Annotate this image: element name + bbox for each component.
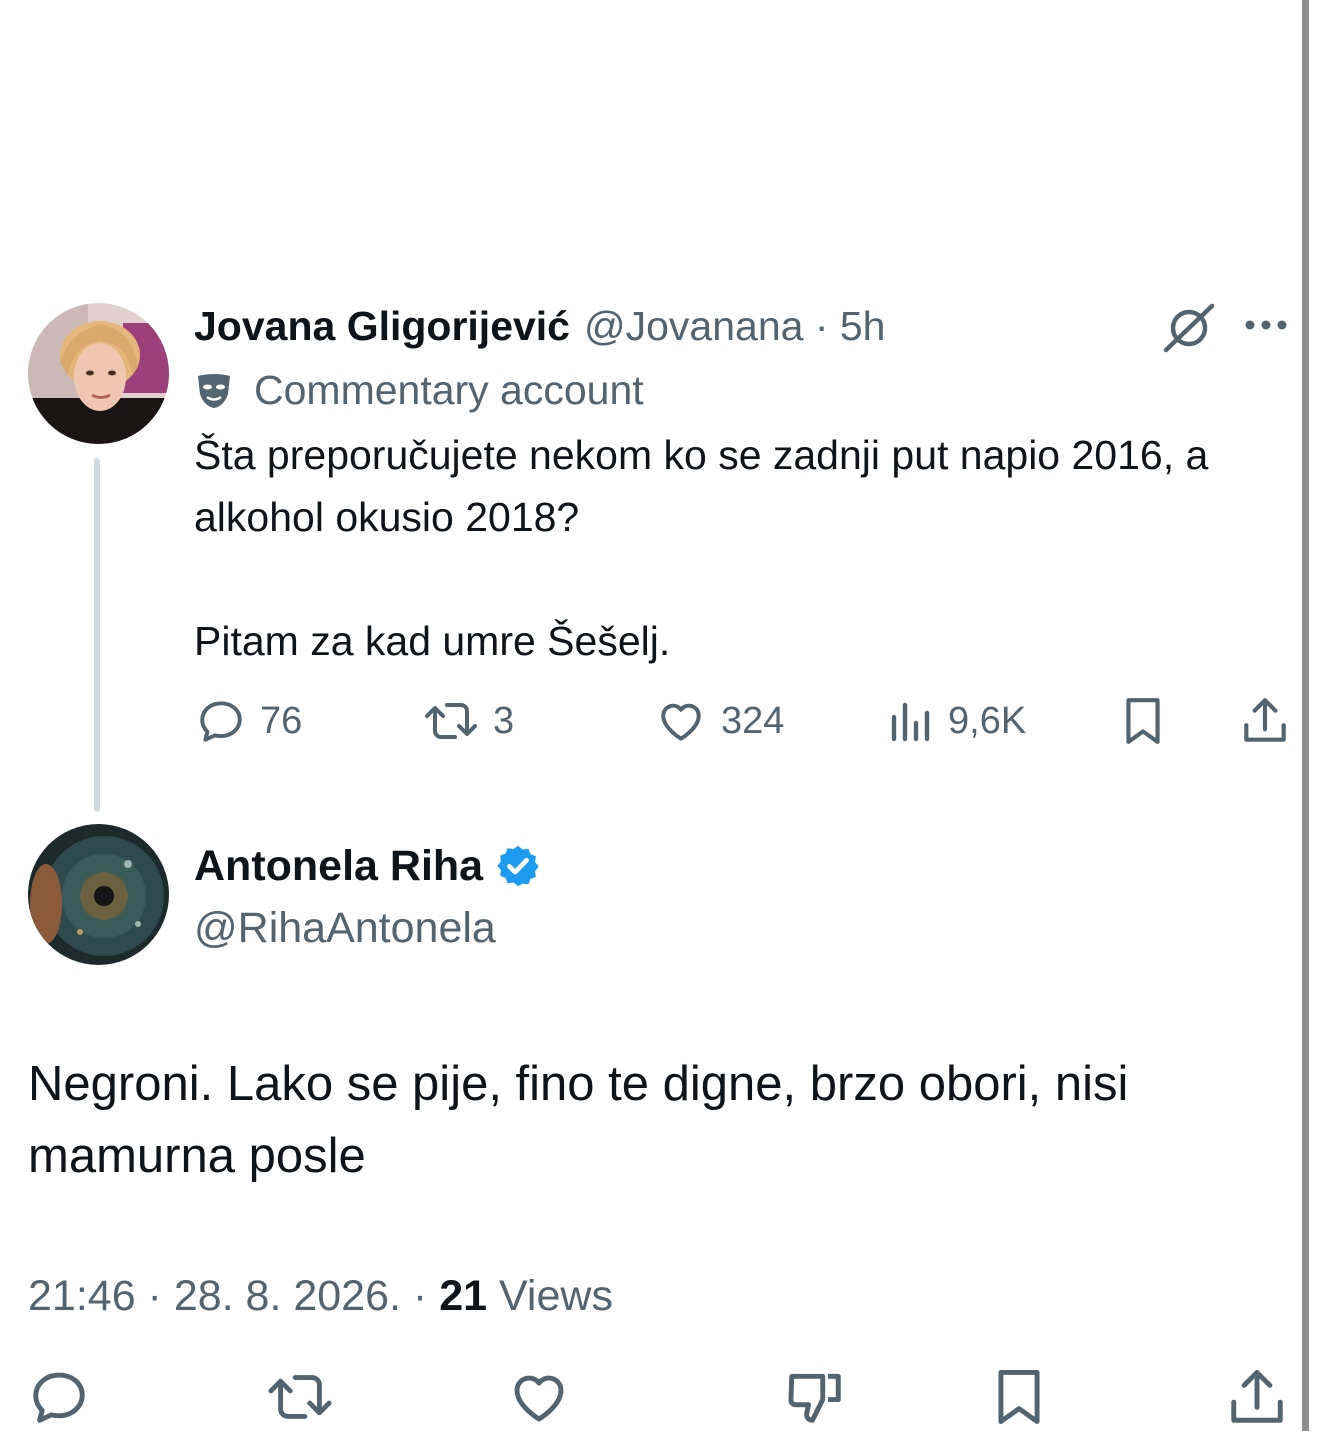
tweet-text: Negroni. Lako se pije, fino te digne, br… bbox=[28, 1057, 1129, 1183]
author-handle[interactable]: @RihaAntonela bbox=[194, 900, 496, 956]
views-button[interactable]: 9,6K bbox=[886, 694, 1026, 748]
tweet-text-paragraph: Šta preporučujete nekom ko se zadnji put… bbox=[194, 432, 1209, 540]
bookmark-button[interactable] bbox=[988, 1366, 1050, 1428]
author-name-row: Antonela Riha bbox=[194, 836, 541, 896]
author-name[interactable]: Antonela Riha bbox=[194, 842, 483, 891]
views-label: Views bbox=[499, 1271, 613, 1320]
handle-and-time[interactable]: @Jovanana · 5h bbox=[584, 303, 885, 350]
reply-button[interactable] bbox=[28, 1366, 90, 1428]
bookmark-button[interactable] bbox=[1118, 694, 1168, 748]
share-icon bbox=[1231, 1370, 1283, 1423]
bookmark-icon bbox=[1126, 698, 1160, 744]
like-button[interactable]: 324 bbox=[655, 694, 784, 748]
like-icon bbox=[661, 703, 701, 741]
repost-button[interactable] bbox=[266, 1366, 332, 1428]
share-icon bbox=[1244, 698, 1286, 742]
reply-icon bbox=[33, 1372, 85, 1423]
tweet-header: Jovana Gligorijević @Jovanana · 5h bbox=[194, 298, 885, 354]
tweet-text: Šta preporučujete nekom ko se zadnji put… bbox=[194, 424, 1254, 672]
reply-button[interactable]: 76 bbox=[196, 694, 302, 748]
reply-icon bbox=[200, 701, 242, 742]
views-count: 9,6K bbox=[948, 699, 1027, 742]
tweet-meta: 21:46 · 28. 8. 2026. · 21 Views bbox=[28, 1266, 613, 1326]
tweet-text-paragraph: Pitam za kad umre Šešelj. bbox=[194, 618, 671, 664]
author-name[interactable]: Jovana Gligorijević bbox=[194, 303, 570, 350]
retweet-icon bbox=[425, 703, 477, 739]
avatar[interactable] bbox=[28, 303, 169, 444]
like-button[interactable] bbox=[508, 1366, 570, 1428]
timestamp[interactable]: 21:46 · 28. 8. 2026. · bbox=[28, 1272, 427, 1321]
share-button[interactable] bbox=[1226, 1366, 1288, 1428]
dislike-button[interactable] bbox=[784, 1366, 846, 1428]
repost-button[interactable]: 3 bbox=[423, 694, 514, 748]
verified-badge-icon[interactable] bbox=[495, 843, 541, 889]
badge-label: Commentary account bbox=[254, 366, 644, 413]
dislike-icon bbox=[788, 1373, 841, 1423]
commentary-badge[interactable]: Commentary account bbox=[194, 362, 644, 418]
repost-count: 3 bbox=[493, 699, 515, 742]
like-icon bbox=[514, 1375, 564, 1422]
bookmark-icon bbox=[998, 1370, 1040, 1424]
retweet-icon bbox=[268, 1375, 332, 1419]
more-icon[interactable] bbox=[1243, 318, 1289, 332]
avatar[interactable] bbox=[28, 824, 169, 965]
thread-connector-line bbox=[94, 458, 100, 812]
reply-count: 76 bbox=[260, 699, 303, 742]
grok-icon[interactable] bbox=[1162, 300, 1216, 354]
share-button[interactable] bbox=[1240, 694, 1290, 748]
views-count: 21 bbox=[439, 1271, 488, 1320]
like-count: 324 bbox=[721, 699, 785, 742]
views-icon bbox=[891, 702, 930, 742]
commentary-mask-icon bbox=[198, 374, 230, 408]
scrollbar[interactable] bbox=[1302, 0, 1309, 1431]
